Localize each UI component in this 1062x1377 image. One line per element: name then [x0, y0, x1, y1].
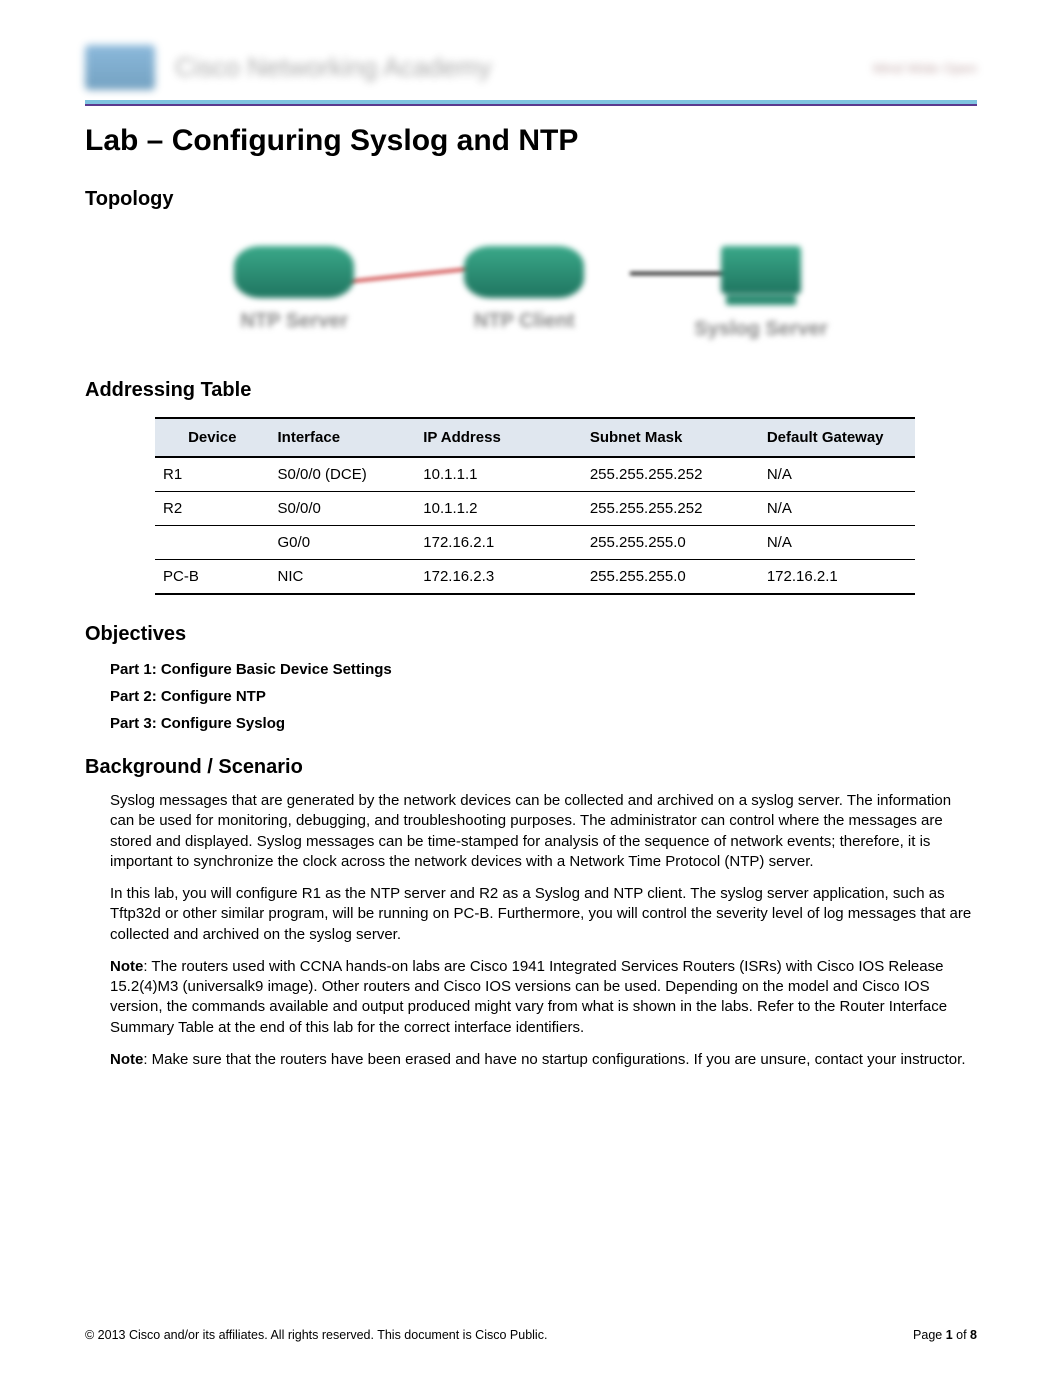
- cell-ip: 172.16.2.1: [415, 526, 582, 560]
- table-row: PC-B NIC 172.16.2.3 255.255.255.0 172.16…: [155, 560, 915, 595]
- table-row: G0/0 172.16.2.1 255.255.255.0 N/A: [155, 526, 915, 560]
- cell-gw: 172.16.2.1: [759, 560, 915, 595]
- note-label: Note: [110, 958, 143, 975]
- col-mask: Subnet Mask: [582, 418, 759, 457]
- device-label: NTP Client: [474, 310, 575, 333]
- table-row: R2 S0/0/0 10.1.1.2 255.255.255.252 N/A: [155, 492, 915, 526]
- cell-iface: NIC: [270, 560, 416, 595]
- cell-mask: 255.255.255.0: [582, 526, 759, 560]
- background-note-para: Note: Make sure that the routers have be…: [110, 1050, 977, 1070]
- router-icon: [464, 246, 584, 298]
- device-syslog-server: Syslog Server: [694, 246, 827, 341]
- objective-item: Part 1: Configure Basic Device Settings: [110, 661, 977, 678]
- objectives-section: Objectives Part 1: Configure Basic Devic…: [85, 623, 977, 732]
- cell-ip: 10.1.1.1: [415, 457, 582, 492]
- col-gateway: Default Gateway: [759, 418, 915, 457]
- cell-iface: S0/0/0 (DCE): [270, 457, 416, 492]
- background-para: Syslog messages that are generated by th…: [110, 791, 977, 872]
- cell-mask: 255.255.255.252: [582, 492, 759, 526]
- note-body: : Make sure that the routers have been e…: [143, 1051, 965, 1068]
- page-sep: of: [953, 1328, 970, 1342]
- accent-bar: [85, 100, 977, 106]
- background-heading: Background / Scenario: [85, 756, 977, 779]
- device-label: NTP Server: [241, 310, 348, 333]
- background-para: In this lab, you will configure R1 as th…: [110, 884, 977, 945]
- cell-ip: 172.16.2.3: [415, 560, 582, 595]
- background-note-para: Note: The routers used with CCNA hands-o…: [110, 957, 977, 1038]
- col-ip: IP Address: [415, 418, 582, 457]
- topology-section: Topology NTP Server NTP Client: [85, 188, 977, 351]
- cell-device: R2: [155, 492, 270, 526]
- copyright-text: © 2013 Cisco and/or its affiliates. All …: [85, 1328, 547, 1342]
- device-ntp-client: NTP Client: [464, 246, 584, 333]
- cell-gw: N/A: [759, 526, 915, 560]
- page-prefix: Page: [913, 1328, 946, 1342]
- device-ntp-server: NTP Server: [234, 246, 354, 333]
- addressing-table: Device Interface IP Address Subnet Mask …: [155, 417, 915, 595]
- background-section: Background / Scenario Syslog messages th…: [85, 756, 977, 1070]
- addressing-section: Addressing Table Device Interface IP Add…: [85, 379, 977, 595]
- cell-mask: 255.255.255.0: [582, 560, 759, 595]
- addressing-heading: Addressing Table: [85, 379, 977, 402]
- cell-iface: G0/0: [270, 526, 416, 560]
- cell-device: R1: [155, 457, 270, 492]
- objectives-heading: Objectives: [85, 623, 977, 646]
- note-body: : The routers used with CCNA hands-on la…: [110, 958, 947, 1036]
- cell-device: PC-B: [155, 560, 270, 595]
- topology-diagram: NTP Server NTP Client Syslog Server: [85, 226, 977, 351]
- logo-block: Cisco Networking Academy: [85, 45, 491, 90]
- cell-gw: N/A: [759, 492, 915, 526]
- cisco-logo-icon: [85, 45, 155, 90]
- cell-device: [155, 526, 270, 560]
- topology-heading: Topology: [85, 188, 977, 211]
- router-icon: [234, 246, 354, 298]
- document-header: Cisco Networking Academy Mind Wide Open: [85, 40, 977, 95]
- table-header-row: Device Interface IP Address Subnet Mask …: [155, 418, 915, 457]
- col-interface: Interface: [270, 418, 416, 457]
- page-number: Page 1 of 8: [913, 1328, 977, 1342]
- page-title: Lab – Configuring Syslog and NTP: [85, 124, 977, 158]
- cell-gw: N/A: [759, 457, 915, 492]
- cell-ip: 10.1.1.2: [415, 492, 582, 526]
- device-label: Syslog Server: [694, 318, 827, 341]
- page-total: 8: [970, 1328, 977, 1342]
- cell-iface: S0/0/0: [270, 492, 416, 526]
- page-footer: © 2013 Cisco and/or its affiliates. All …: [85, 1328, 977, 1342]
- objective-item: Part 3: Configure Syslog: [110, 715, 977, 732]
- page-current: 1: [946, 1328, 953, 1342]
- header-right-text: Mind Wide Open: [873, 60, 977, 76]
- col-device: Device: [155, 418, 270, 457]
- objective-item: Part 2: Configure NTP: [110, 688, 977, 705]
- academy-title: Cisco Networking Academy: [175, 52, 491, 83]
- cell-mask: 255.255.255.252: [582, 457, 759, 492]
- note-label: Note: [110, 1051, 143, 1068]
- table-row: R1 S0/0/0 (DCE) 10.1.1.1 255.255.255.252…: [155, 457, 915, 492]
- pc-icon: [716, 246, 806, 306]
